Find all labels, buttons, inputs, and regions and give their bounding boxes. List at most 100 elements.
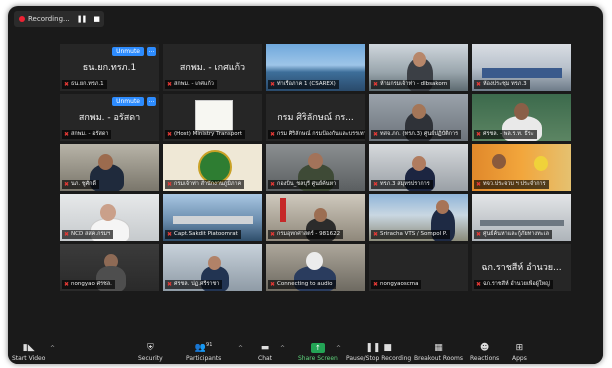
muted-mic-icon: ✖ (64, 231, 70, 238)
muted-mic-icon: ✖ (167, 131, 173, 138)
video-tile[interactable]: ✖ ศูนย์ค้นหาและกู้ภัยทางทะเล (472, 194, 571, 241)
participant-name: ✖ ศูนย์ค้นหาและกู้ภัยทางทะเล (474, 230, 552, 239)
more-options-icon[interactable]: … (147, 47, 156, 56)
participant-name: ✖ ทจว.ประจวบ ฯ ประจำการ (474, 180, 549, 189)
chat-icon: ▬ (260, 343, 270, 353)
pause-stop-recording-button[interactable]: ❚❚ ■ Pause/Stop Recording (346, 343, 411, 362)
breakout-rooms-button[interactable]: ▦ Breakout Rooms (414, 343, 463, 362)
video-tile[interactable]: ✖ ห้องประชุม ทรภ.3 (472, 44, 571, 91)
muted-mic-icon: ✖ (476, 131, 482, 138)
shield-icon: ⛨ (146, 343, 154, 353)
recording-indicator: Recording... ❚❚ ■ (14, 11, 105, 27)
muted-mic-icon: ✖ (270, 81, 276, 88)
more-options-icon[interactable]: … (147, 97, 156, 106)
participant-name: ✖ Capt.Sakdit Piatoomrat (165, 230, 241, 239)
muted-mic-icon: ✖ (373, 181, 379, 188)
participant-display-name: สกพม. - เกศแก้ว (179, 63, 246, 73)
chat-options-chevron-icon[interactable]: ^ (280, 345, 285, 352)
muted-mic-icon: ✖ (373, 281, 379, 288)
muted-mic-icon: ✖ (270, 281, 276, 288)
recording-label: Recording... (28, 15, 70, 23)
participants-count: 91 (206, 342, 213, 348)
video-tile[interactable]: Unmute … ธน.ยก.ทรภ.1 ✖ ธน.ยก.ทรภ.1 (60, 44, 159, 91)
video-tile[interactable]: ✖ กรมเจ้าท่า สำนักงานภูมิภาค (163, 144, 262, 191)
video-tile[interactable]: ✖ Sriracha VTS / Sompol P. (369, 194, 468, 241)
participant-name: ✖ nongyaoscma (371, 280, 422, 289)
share-screen-button[interactable]: ↑ Share Screen (298, 343, 338, 362)
muted-mic-icon: ✖ (373, 231, 379, 238)
video-tile[interactable]: ✖ nongyao ศรชล. (60, 244, 159, 291)
muted-mic-icon: ✖ (373, 81, 379, 88)
muted-mic-icon: ✖ (270, 181, 276, 188)
muted-mic-icon: ✖ (167, 281, 173, 288)
video-tile[interactable]: ✖ ห้ามกรมเจ้าท่า - dlbsakorn (369, 44, 468, 91)
participant-name: ✖ สกพม. - อรัสดา (62, 130, 112, 139)
pause-recording-icon[interactable]: ❚❚ (77, 15, 88, 23)
video-tile[interactable]: ✖ ทรภ.3 สมุทรปราการ (369, 144, 468, 191)
security-button[interactable]: ⛨ Security (138, 343, 163, 362)
participant-name: ✖ กองบิน_ชลบุรี ศูนย์ค้นหา (268, 180, 340, 189)
video-tile[interactable]: Unmute … สกพม. - อรัสดา ✖ สกพม. - อรัสดา (60, 94, 159, 141)
video-tile[interactable]: ✖ (Host) Ministry Transport (163, 94, 262, 141)
muted-mic-icon: ✖ (64, 131, 70, 138)
muted-mic-icon: ✖ (64, 181, 70, 188)
participants-button[interactable]: 👥91 Participants (186, 340, 221, 362)
apps-button[interactable]: ⊞ Apps (512, 343, 527, 362)
video-tile[interactable]: ✖ NCD สสค.กรมฯ (60, 194, 159, 241)
participant-name: ✖ NCD สสค.กรมฯ (62, 230, 114, 239)
participant-name: ✖ กรมอุทกศาสตร์ - 981622 (268, 230, 344, 239)
chat-button[interactable]: ▬ Chat (258, 343, 272, 362)
participant-name: ✖ กรมเจ้าท่า สำนักงานภูมิภาค (165, 180, 245, 189)
participant-display-name: สกพม. - อรัสดา (78, 113, 141, 123)
participant-display-name: ธน.ยก.ทรภ.1 (82, 63, 137, 73)
participant-name: ✖ ฉก.ราชสีห์ อำนวยเพื่อผู้ใหญ่ (474, 280, 553, 289)
muted-mic-icon: ✖ (167, 181, 173, 188)
muted-mic-icon: ✖ (64, 281, 70, 288)
participant-name: ✖ กรม ศิริลักษณ์ กรมป้องกันและบรรเทา (268, 130, 365, 139)
apps-icon: ⊞ (515, 343, 524, 353)
participant-name: ✖ ศรชล. - พล.ร.ท. ธีระ (474, 130, 537, 139)
share-options-chevron-icon[interactable]: ^ (336, 345, 341, 352)
video-tile[interactable]: ✖ Connecting to audio (266, 244, 365, 291)
video-tile[interactable]: ✖ ศรชล. ปฏ.ศรีราชา (163, 244, 262, 291)
participant-display-name: กรม ศิริลักษณ์ กร... (277, 113, 354, 123)
reactions-icon: ☻ (479, 343, 490, 353)
participant-name: ✖ ทสจ.ภก. (ทรภ.3) ศูนย์ปฏิบัติการ (371, 130, 462, 139)
muted-mic-icon: ✖ (167, 231, 173, 238)
muted-mic-icon: ✖ (476, 181, 482, 188)
video-tile[interactable]: ✖ Capt.Sakdit Piatoomrat (163, 194, 262, 241)
reactions-button[interactable]: ☻ Reactions (470, 343, 499, 362)
video-tile[interactable]: ✖ nongyaoscma (369, 244, 468, 291)
video-tile[interactable]: ✖ ทสจ.ภก. (ทรภ.3) ศูนย์ปฏิบัติการ (369, 94, 468, 141)
participants-options-chevron-icon[interactable]: ^ (238, 345, 243, 352)
pause-stop-icon: ❚❚ ■ (365, 343, 392, 353)
start-video-button[interactable]: ▮◣ Start Video (12, 343, 45, 362)
active-speaker-tile[interactable]: ✖ ศรชล. - พล.ร.ท. ธีระ (472, 94, 571, 141)
video-tile[interactable]: สกพม. - เกศแก้ว ✖ สกพม. - เกศแก้ว (163, 44, 262, 91)
muted-mic-icon: ✖ (476, 281, 482, 288)
participant-name: ✖ สกพม. - เกศแก้ว (165, 80, 217, 89)
video-options-chevron-icon[interactable]: ^ (50, 345, 55, 352)
video-off-icon: ▮◣ (22, 343, 35, 353)
participant-name: ✖ Sriracha VTS / Sompol P. (371, 230, 451, 239)
video-tile[interactable]: กรม ศิริลักษณ์ กร... ✖ กรม ศิริลักษณ์ กรม… (266, 94, 365, 141)
muted-mic-icon: ✖ (270, 131, 276, 138)
video-tile[interactable]: ✖ กองบิน_ชลบุรี ศูนย์ค้นหา (266, 144, 365, 191)
participant-display-name: ฉก.ราชสีห์ อำนวย... (481, 263, 562, 273)
unmute-button[interactable]: Unmute (112, 47, 144, 56)
stop-recording-icon[interactable]: ■ (93, 15, 100, 23)
unmute-button[interactable]: Unmute (112, 97, 144, 106)
participant-name: ✖ นภ. ชูศักดิ์ (62, 180, 100, 189)
gallery-view: Unmute … ธน.ยก.ทรภ.1 ✖ ธน.ยก.ทรภ.1 สกพม. … (60, 44, 573, 340)
video-tile[interactable]: ✖ ท่าเรือภาค 1 (CSAREX) (266, 44, 365, 91)
video-tile[interactable]: ✖ กรมอุทกศาสตร์ - 981622 (266, 194, 365, 241)
meeting-toolbar: ▮◣ Start Video ^ ⛨ Security 👥91 Particip… (8, 336, 603, 364)
muted-mic-icon: ✖ (476, 231, 482, 238)
muted-mic-icon: ✖ (167, 81, 173, 88)
participant-name: ✖ nongyao ศรชล. (62, 280, 115, 289)
video-tile[interactable]: ฉก.ราชสีห์ อำนวย... ✖ ฉก.ราชสีห์ อำนวยเพื… (472, 244, 571, 291)
video-tile[interactable]: ✖ นภ. ชูศักดิ์ (60, 144, 159, 191)
muted-mic-icon: ✖ (64, 81, 70, 88)
participant-name: ✖ ธน.ยก.ทรภ.1 (62, 80, 107, 89)
video-tile[interactable]: ✖ ทจว.ประจวบ ฯ ประจำการ (472, 144, 571, 191)
